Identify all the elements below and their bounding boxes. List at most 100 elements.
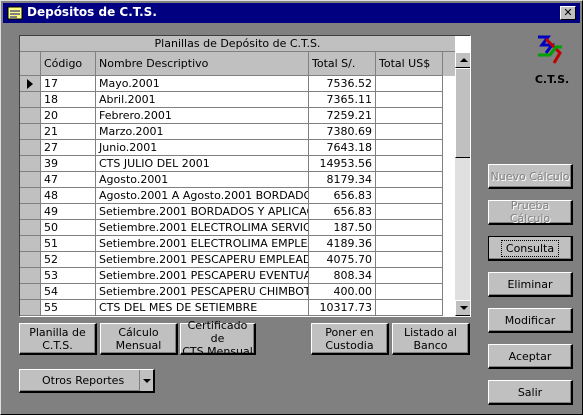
scroll-up-button[interactable] (455, 52, 470, 68)
cell-codigo[interactable]: 55 (41, 300, 96, 316)
table-row[interactable]: 18 Abril.2001 7365.11 (20, 92, 455, 108)
cell-total-dolares[interactable] (376, 108, 443, 124)
column-header-total-soles[interactable]: Total S/. (309, 52, 376, 76)
cell-total-dolares[interactable] (376, 252, 443, 268)
cell-total-dolares[interactable] (376, 92, 443, 108)
cell-total-soles[interactable]: 7380.69 (309, 124, 376, 140)
table-row[interactable]: 54 Setiembre.2001 PESCAPERU CHIMBOTE 400.0… (20, 284, 455, 300)
cell-codigo[interactable]: 47 (41, 172, 96, 188)
cell-total-dolares[interactable] (376, 172, 443, 188)
cell-total-dolares[interactable] (376, 188, 443, 204)
column-header-nombre[interactable]: Nombre Descriptivo (96, 52, 309, 76)
cell-total-soles[interactable]: 4189.36 (309, 236, 376, 252)
table-row[interactable]: 49Setiembre.2001 BORDADOS Y APLICACION65… (20, 204, 455, 220)
cell-nombre[interactable]: Setiembre.2001 BORDADOS Y APLICACION (96, 204, 309, 220)
cell-total-dolares[interactable] (376, 76, 443, 92)
row-selector[interactable] (20, 220, 41, 236)
cell-codigo[interactable]: 54 (41, 284, 96, 300)
certificado-cts-button[interactable]: Certificado de CTS Mensual (180, 319, 256, 358)
cell-total-dolares[interactable] (376, 236, 443, 252)
cell-codigo[interactable]: 53 (41, 268, 96, 284)
cell-codigo[interactable]: 51 (41, 236, 96, 252)
cell-nombre[interactable]: CTS JULIO DEL 2001 (96, 156, 309, 172)
cell-total-soles[interactable]: 7536.52 (309, 76, 376, 92)
row-selector[interactable] (20, 124, 41, 140)
table-row[interactable]: 50 Setiembre.2001 ELECTROLIMA SERVICIOS 18… (20, 220, 455, 236)
cell-total-soles[interactable]: 10317.73 (309, 300, 376, 316)
cell-total-soles[interactable]: 7259.21 (309, 108, 376, 124)
row-selector[interactable] (20, 108, 41, 124)
row-selector[interactable] (20, 156, 41, 172)
cell-nombre[interactable]: CTS DEL MES DE SETIEMBRE (96, 300, 309, 316)
close-icon[interactable]: ✕ (560, 6, 576, 20)
cell-total-dolares[interactable] (376, 300, 443, 316)
cell-codigo[interactable]: 20 (41, 108, 96, 124)
cell-nombre[interactable]: Febrero.2001 (96, 108, 309, 124)
cell-nombre[interactable]: Junio.2001 (96, 140, 309, 156)
row-selector[interactable] (20, 252, 41, 268)
cell-codigo[interactable]: 27 (41, 140, 96, 156)
cell-codigo[interactable]: 49 (41, 204, 96, 220)
cell-total-soles[interactable]: 14953.56 (309, 156, 376, 172)
consulta-button[interactable]: Consulta (488, 236, 573, 261)
table-row[interactable]: 51Setiembre.2001 ELECTROLIMA EMPLEADOS41… (20, 236, 455, 252)
cell-nombre[interactable]: Setiembre.2001 PESCAPERU EMPLEADOS (96, 252, 309, 268)
table-row[interactable]: 53 Setiembre.2001 PESCAPERU EVENTUALES 808… (20, 268, 455, 284)
cell-codigo[interactable]: 21 (41, 124, 96, 140)
cell-total-soles[interactable]: 400.00 (309, 284, 376, 300)
row-selector[interactable] (20, 92, 41, 108)
row-selector[interactable] (20, 76, 41, 92)
aceptar-button[interactable]: Aceptar (488, 344, 573, 369)
table-row[interactable]: 27 Junio.2001 7643.18 (20, 140, 455, 156)
planilla-cts-button[interactable]: Planilla de C.T.S. (19, 323, 97, 355)
nuevo-calculo-button[interactable]: Nuevo Cálculo (488, 164, 573, 189)
cell-nombre[interactable]: Setiembre.2001 ELECTROLIMA SERVICIOS (96, 220, 309, 236)
cell-total-dolares[interactable] (376, 140, 443, 156)
cell-codigo[interactable]: 50 (41, 220, 96, 236)
calculo-mensual-button[interactable]: Cálculo Mensual (100, 323, 178, 355)
cell-total-soles[interactable]: 187.50 (309, 220, 376, 236)
cell-total-dolares[interactable] (376, 156, 443, 172)
table-row[interactable]: 47 Agosto.2001 8179.34 (20, 172, 455, 188)
vertical-scrollbar[interactable] (455, 52, 470, 316)
deposits-grid[interactable]: Planillas de Depósito de C.T.S. Código N… (19, 35, 471, 317)
cell-total-soles[interactable]: 7365.11 (309, 92, 376, 108)
cell-nombre[interactable]: Agosto.2001 A Agosto.2001 BORDADOS EN (96, 188, 309, 204)
listado-banco-button[interactable]: Listado al Banco (392, 323, 470, 355)
table-row[interactable]: 55 CTS DEL MES DE SETIEMBRE 10317.73 (20, 300, 455, 316)
otros-reportes-dropdown[interactable]: Otros Reportes (19, 369, 155, 393)
eliminar-button[interactable]: Eliminar (488, 272, 573, 297)
row-selector[interactable] (20, 172, 41, 188)
cell-nombre[interactable]: Mayo.2001 (96, 76, 309, 92)
row-selector[interactable] (20, 188, 41, 204)
scroll-thumb[interactable] (455, 68, 470, 158)
cell-total-dolares[interactable] (376, 268, 443, 284)
cell-codigo[interactable]: 39 (41, 156, 96, 172)
table-row[interactable]: 48Agosto.2001 A Agosto.2001 BORDADOS EN6… (20, 188, 455, 204)
row-selector[interactable] (20, 268, 41, 284)
table-row[interactable]: 52 Setiembre.2001 PESCAPERU EMPLEADOS 4075… (20, 252, 455, 268)
row-selector[interactable] (20, 204, 41, 220)
table-row[interactable]: 20 Febrero.2001 7259.21 (20, 108, 455, 124)
scroll-down-button[interactable] (455, 300, 470, 316)
cell-nombre[interactable]: Marzo.2001 (96, 124, 309, 140)
row-selector[interactable] (20, 236, 41, 252)
cell-codigo[interactable]: 52 (41, 252, 96, 268)
cell-total-dolares[interactable] (376, 124, 443, 140)
dropdown-arrow-icon[interactable] (139, 370, 153, 391)
cell-nombre[interactable]: Agosto.2001 (96, 172, 309, 188)
prueba-calculo-button[interactable]: Prueba Cálculo (488, 199, 573, 225)
cell-nombre[interactable]: Abril.2001 (96, 92, 309, 108)
cell-total-dolares[interactable] (376, 284, 443, 300)
row-selector[interactable] (20, 140, 41, 156)
row-selector[interactable] (20, 284, 41, 300)
cell-total-dolares[interactable] (376, 220, 443, 236)
cell-nombre[interactable]: Setiembre.2001 ELECTROLIMA EMPLEADOS (96, 236, 309, 252)
cell-nombre[interactable]: Setiembre.2001 PESCAPERU EVENTUALES (96, 268, 309, 284)
cell-codigo[interactable]: 48 (41, 188, 96, 204)
cell-codigo[interactable]: 17 (41, 76, 96, 92)
cell-total-soles[interactable]: 656.83 (309, 188, 376, 204)
cell-total-dolares[interactable] (376, 204, 443, 220)
column-header-codigo[interactable]: Código (41, 52, 96, 76)
poner-custodia-button[interactable]: Poner en Custodia (311, 323, 389, 355)
